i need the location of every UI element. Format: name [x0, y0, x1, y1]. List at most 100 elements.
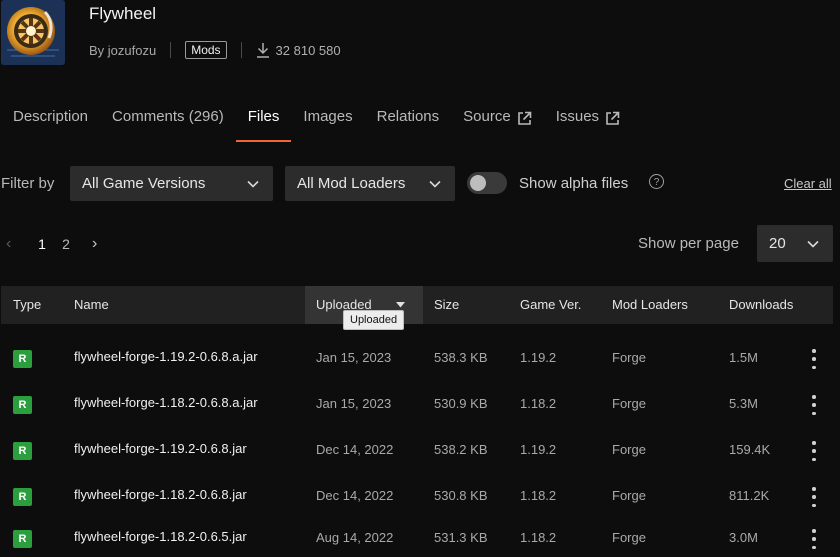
game-version: 1.18.2	[520, 530, 557, 545]
file-name[interactable]: flywheel-forge-1.18.2-0.6.8.jar	[74, 487, 247, 502]
mod-loader-select[interactable]: All Mod Loaders	[285, 166, 455, 201]
file-name[interactable]: flywheel-forge-1.19.2-0.6.8.a.jar	[74, 349, 258, 364]
tab-label: Source	[463, 108, 511, 125]
alpha-files-label: Show alpha files	[519, 175, 629, 192]
page-2[interactable]: 2	[54, 236, 78, 252]
header-game-version[interactable]: Game Ver.	[520, 297, 581, 312]
file-size: 530.9 KB	[434, 396, 488, 411]
table-row[interactable]: R flywheel-forge-1.18.2-0.6.8.jar Dec 14…	[1, 469, 833, 515]
header-mod-loaders[interactable]: Mod Loaders	[612, 297, 688, 312]
game-version-select[interactable]: All Game Versions	[70, 166, 273, 201]
release-badge: R	[13, 350, 32, 368]
more-options-icon[interactable]	[806, 529, 822, 549]
download-count: 159.4K	[729, 442, 771, 457]
mod-loader: Forge	[612, 442, 646, 457]
file-name[interactable]: flywheel-forge-1.18.2-0.6.8.a.jar	[74, 395, 258, 410]
uploaded-date: Aug 14, 2022	[316, 530, 394, 545]
uploaded-date: Jan 15, 2023	[316, 396, 392, 411]
release-badge: R	[13, 488, 32, 506]
uploaded-date: Dec 14, 2022	[316, 442, 394, 457]
chevron-down-icon	[429, 180, 441, 188]
toggle-knob	[470, 175, 486, 191]
release-badge: R	[13, 442, 32, 460]
help-icon[interactable]: ?	[649, 174, 664, 189]
release-badge: R	[13, 396, 32, 414]
tab-issues[interactable]: Issues	[544, 108, 632, 142]
tab-label: Issues	[555, 108, 600, 125]
chevron-down-icon	[247, 180, 259, 188]
files-table-header: Type Name Uploaded Size Game Ver. Mod Lo…	[1, 286, 833, 324]
mod-loader: Forge	[612, 396, 646, 411]
file-name[interactable]: flywheel-forge-1.19.2-0.6.8.jar	[74, 441, 247, 456]
download-count: 3.0M	[729, 530, 758, 545]
sort-desc-icon[interactable]	[396, 302, 405, 308]
game-version: 1.18.2	[520, 396, 557, 411]
tab-images[interactable]: Images	[291, 108, 364, 142]
game-version: 1.19.2	[520, 442, 557, 457]
page-1[interactable]: 1	[30, 236, 54, 252]
filter-label: Filter by	[1, 175, 55, 192]
per-page-value: 20	[769, 235, 786, 252]
more-options-icon[interactable]	[806, 441, 822, 461]
download-icon	[256, 43, 269, 58]
next-page-icon[interactable]: ›	[92, 235, 116, 253]
tab-files[interactable]: Files	[235, 108, 292, 142]
game-version-value: All Game Versions	[82, 175, 206, 192]
tab-relations[interactable]: Relations	[365, 108, 452, 142]
header-size[interactable]: Size	[434, 297, 459, 312]
tab-comments[interactable]: Comments (296)	[100, 108, 236, 142]
file-size: 530.8 KB	[434, 488, 488, 503]
mod-loader-value: All Mod Loaders	[297, 175, 406, 192]
project-meta: By jozufozu Mods 32 810 580	[89, 40, 341, 60]
file-size: 531.3 KB	[434, 530, 488, 545]
more-options-icon[interactable]	[806, 487, 822, 507]
file-name[interactable]: flywheel-forge-1.18.2-0.6.5.jar	[74, 529, 247, 544]
pagination: ‹ 1 2 ›	[6, 234, 116, 254]
tab-source[interactable]: Source	[451, 108, 544, 142]
prev-page-icon[interactable]: ‹	[6, 235, 30, 253]
tab-label: Description	[13, 108, 89, 125]
download-count-value: 32 810 580	[275, 42, 341, 58]
chevron-down-icon	[807, 240, 819, 248]
table-row[interactable]: R flywheel-forge-1.18.2-0.6.8.a.jar Jan …	[1, 377, 833, 423]
project-title: Flywheel	[89, 4, 157, 23]
external-link-icon	[517, 111, 531, 125]
mod-loader: Forge	[612, 530, 646, 545]
download-count: 32 810 580	[256, 42, 341, 58]
game-version: 1.19.2	[520, 350, 557, 365]
header-name[interactable]: Name	[74, 297, 109, 312]
project-author[interactable]: By jozufozu	[89, 43, 156, 58]
file-size: 538.2 KB	[434, 442, 488, 457]
download-count: 811.2K	[729, 488, 770, 503]
table-row[interactable]: R flywheel-forge-1.19.2-0.6.8.jar Dec 14…	[1, 423, 833, 469]
clear-all-link[interactable]: Clear all	[784, 176, 832, 191]
tab-label: Images	[303, 108, 353, 125]
more-options-icon[interactable]	[806, 395, 822, 415]
uploaded-date: Jan 15, 2023	[316, 350, 392, 365]
more-options-icon[interactable]	[806, 349, 822, 369]
tab-label: Comments (296)	[112, 108, 224, 125]
download-count: 5.3M	[729, 396, 758, 411]
download-count: 1.5M	[729, 350, 758, 365]
tab-label: Files	[247, 108, 280, 125]
table-row[interactable]: R flywheel-forge-1.19.2-0.6.8.a.jar Jan …	[1, 331, 833, 377]
per-page-select[interactable]: 20	[757, 225, 833, 262]
header-downloads[interactable]: Downloads	[729, 297, 793, 312]
external-link-icon	[606, 111, 620, 125]
uploaded-date: Dec 14, 2022	[316, 488, 394, 503]
flywheel-logo-icon	[1, 0, 65, 65]
project-tabs: Description Comments (296) Files Images …	[0, 108, 632, 142]
mod-loader: Forge	[612, 350, 646, 365]
meta-divider	[170, 42, 172, 58]
meta-divider	[240, 42, 242, 58]
category-badge[interactable]: Mods	[185, 41, 227, 59]
uploaded-tooltip: Uploaded	[343, 310, 405, 330]
alpha-files-toggle[interactable]	[467, 172, 507, 194]
header-type[interactable]: Type	[13, 297, 41, 312]
tab-description[interactable]: Description	[0, 108, 100, 142]
table-row[interactable]: R flywheel-forge-1.18.2-0.6.5.jar Aug 14…	[1, 511, 833, 557]
game-version: 1.18.2	[520, 488, 557, 503]
release-badge: R	[13, 530, 32, 548]
project-logo	[1, 0, 65, 65]
per-page-label: Show per page	[638, 235, 739, 252]
